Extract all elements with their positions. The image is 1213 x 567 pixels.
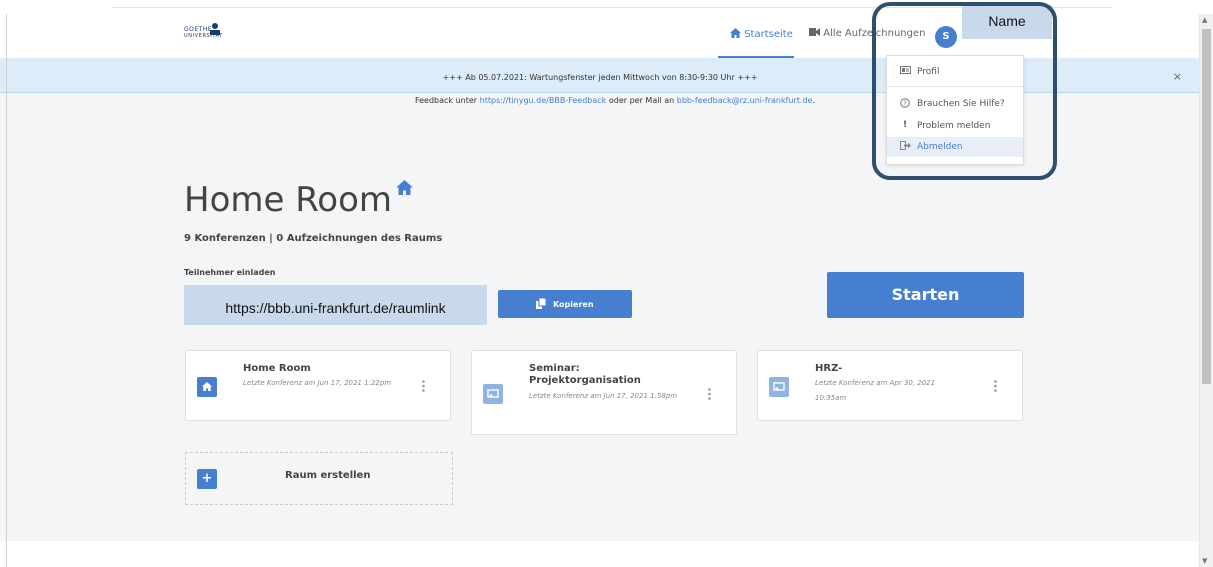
page-title: Home Room [184,180,393,220]
home-icon [730,28,741,38]
goethe-crest-icon [210,23,220,35]
footer-area [0,541,1200,567]
chalkboard-icon [483,384,503,404]
room-name: Home Room [243,363,311,374]
room-last-conference: Letzte Konferenz am Jun 17, 2021 1:58pm [529,392,678,400]
scroll-up-icon[interactable]: ▲ [1202,16,1207,24]
room-name: Seminar: Projektorganisation [529,363,641,386]
room-last-conference: Letzte Konferenz am Jun 17, 2021 1:22pm [243,379,392,387]
room-name: HRZ- [815,363,843,374]
create-room-button[interactable]: + Raum erstellen [185,452,453,505]
room-card[interactable]: HRZ- Letzte Konferenz am Apr 30, 2021 10… [757,350,1023,421]
page-scrollbar[interactable]: ▲ ▼ [1199,14,1213,567]
video-camera-icon [809,28,820,36]
university-logo[interactable]: GOETHE UNIVERSITÄT [184,22,240,46]
close-icon[interactable]: × [1173,70,1182,83]
copy-icon [536,297,547,311]
start-button[interactable]: Starten [827,272,1024,318]
home-icon [396,180,413,195]
plus-icon: + [197,469,217,489]
room-card[interactable]: Home Room Letzte Konferenz am Jun 17, 20… [185,350,451,421]
scroll-thumb[interactable] [1202,29,1211,384]
nav-home-label: Startseite [744,29,793,40]
room-stats: 9 Konferenzen | 0 Aufzeichnungen des Rau… [184,233,443,244]
invite-label: Teilnehmer einladen [184,268,276,277]
nav-home[interactable]: Startseite [730,28,793,40]
left-border [6,14,7,567]
annotation-highlight [872,2,1057,180]
scroll-down-icon[interactable]: ▼ [1202,557,1207,565]
room-link-field[interactable]: https://bbb.uni-frankfurt.de/raumlink [184,285,487,325]
more-options-icon[interactable] [994,380,998,392]
feedback-prefix: Feedback unter [414,96,480,105]
room-last-conference: Letzte Konferenz am Apr 30, 2021 10:35am [815,379,936,402]
room-card[interactable]: Seminar: Projektorganisation Letzte Konf… [471,350,737,435]
home-icon [197,377,217,397]
create-room-label: Raum erstellen [285,470,371,481]
chalkboard-icon [769,377,789,397]
feedback-suffix: . [812,96,816,105]
more-options-icon[interactable] [422,380,426,392]
feedback-mail-link[interactable]: bbb-feedback@rz.uni-frankfurt.de [677,96,813,105]
copy-label: Kopieren [553,300,594,309]
feedback-link[interactable]: https://tinygu.de/BBB-Feedback [480,96,607,105]
copy-button[interactable]: Kopieren [498,290,632,318]
feedback-middle: oder per Mail an [606,96,677,105]
more-options-icon[interactable] [708,388,712,400]
